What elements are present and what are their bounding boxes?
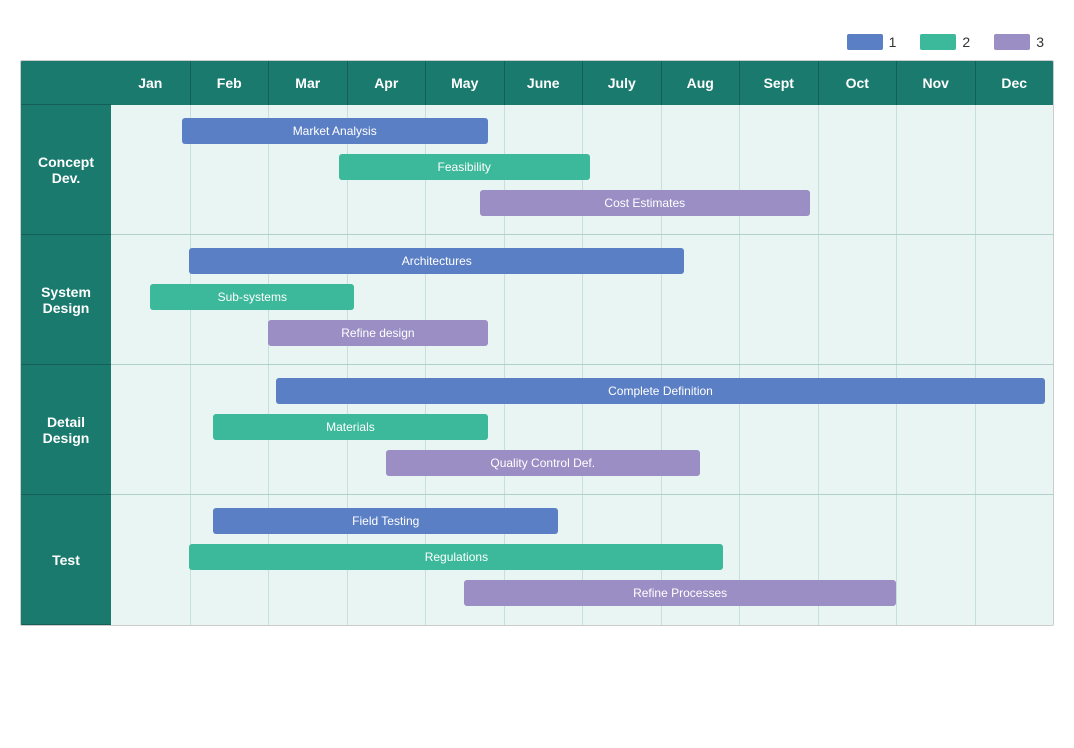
grid-area: JanFebMarAprMayJuneJulyAugSeptOctNovDec … bbox=[111, 61, 1053, 625]
bar-system-design-1: Sub-systems bbox=[150, 284, 354, 310]
bar-row-detail-design-1: Materials bbox=[111, 412, 1053, 442]
legend: 1 2 3 bbox=[20, 34, 1054, 50]
section-label-concept-dev: Concept Dev. bbox=[21, 105, 111, 235]
month-header-july: July bbox=[582, 61, 661, 105]
month-header-jan: Jan bbox=[111, 61, 190, 105]
section-row-detail-design: Complete Definition Materials Quality Cont… bbox=[111, 365, 1053, 495]
bar-row-detail-design-0: Complete Definition bbox=[111, 376, 1053, 406]
legend-label-3: 3 bbox=[1036, 34, 1044, 50]
bar-concept-dev-1: Feasibility bbox=[339, 154, 590, 180]
bar-row-system-design-1: Sub-systems bbox=[111, 282, 1053, 312]
gantt-chart: Concept Dev.System DesignDetail DesignTe… bbox=[20, 60, 1054, 626]
legend-color-2 bbox=[920, 34, 956, 50]
bar-row-test-0: Field Testing bbox=[111, 506, 1053, 536]
label-column: Concept Dev.System DesignDetail DesignTe… bbox=[21, 61, 111, 625]
bar-row-concept-dev-2: Cost Estimates bbox=[111, 188, 1053, 218]
bar-row-test-1: Regulations bbox=[111, 542, 1053, 572]
section-row-concept-dev: Market Analysis Feasibility Cost Estimates bbox=[111, 105, 1053, 235]
bar-system-design-0: Architectures bbox=[189, 248, 684, 274]
bar-test-2: Refine Processes bbox=[464, 580, 896, 606]
legend-label-1: 1 bbox=[889, 34, 897, 50]
bar-detail-design-2: Quality Control Def. bbox=[386, 450, 700, 476]
month-header-oct: Oct bbox=[818, 61, 897, 105]
bar-detail-design-0: Complete Definition bbox=[276, 378, 1045, 404]
section-label-test: Test bbox=[21, 495, 111, 625]
legend-color-1 bbox=[847, 34, 883, 50]
legend-color-3 bbox=[994, 34, 1030, 50]
section-label-system-design: System Design bbox=[21, 235, 111, 365]
bar-row-detail-design-2: Quality Control Def. bbox=[111, 448, 1053, 478]
section-row-system-design: Architectures Sub-systems Refine design bbox=[111, 235, 1053, 365]
year-header bbox=[21, 61, 111, 105]
month-header-apr: Apr bbox=[347, 61, 426, 105]
bar-test-0: Field Testing bbox=[213, 508, 558, 534]
month-header-mar: Mar bbox=[268, 61, 347, 105]
month-header-aug: Aug bbox=[661, 61, 740, 105]
month-header-nov: Nov bbox=[896, 61, 975, 105]
bar-row-system-design-2: Refine design bbox=[111, 318, 1053, 348]
section-row-test: Field Testing Regulations Refine Processes bbox=[111, 495, 1053, 625]
month-header: JanFebMarAprMayJuneJulyAugSeptOctNovDec bbox=[111, 61, 1053, 105]
section-label-detail-design: Detail Design bbox=[21, 365, 111, 495]
legend-item-3: 3 bbox=[994, 34, 1044, 50]
bar-detail-design-1: Materials bbox=[213, 414, 488, 440]
bar-concept-dev-2: Cost Estimates bbox=[480, 190, 810, 216]
bar-row-test-2: Refine Processes bbox=[111, 578, 1053, 608]
bar-system-design-2: Refine design bbox=[268, 320, 488, 346]
month-header-feb: Feb bbox=[190, 61, 269, 105]
bar-row-concept-dev-0: Market Analysis bbox=[111, 116, 1053, 146]
legend-item-1: 1 bbox=[847, 34, 897, 50]
legend-label-2: 2 bbox=[962, 34, 970, 50]
bar-test-1: Regulations bbox=[189, 544, 723, 570]
legend-item-2: 2 bbox=[920, 34, 970, 50]
month-header-june: June bbox=[504, 61, 583, 105]
bar-concept-dev-0: Market Analysis bbox=[182, 118, 488, 144]
month-header-sept: Sept bbox=[739, 61, 818, 105]
bar-row-concept-dev-1: Feasibility bbox=[111, 152, 1053, 182]
month-header-dec: Dec bbox=[975, 61, 1054, 105]
month-header-may: May bbox=[425, 61, 504, 105]
bar-row-system-design-0: Architectures bbox=[111, 246, 1053, 276]
